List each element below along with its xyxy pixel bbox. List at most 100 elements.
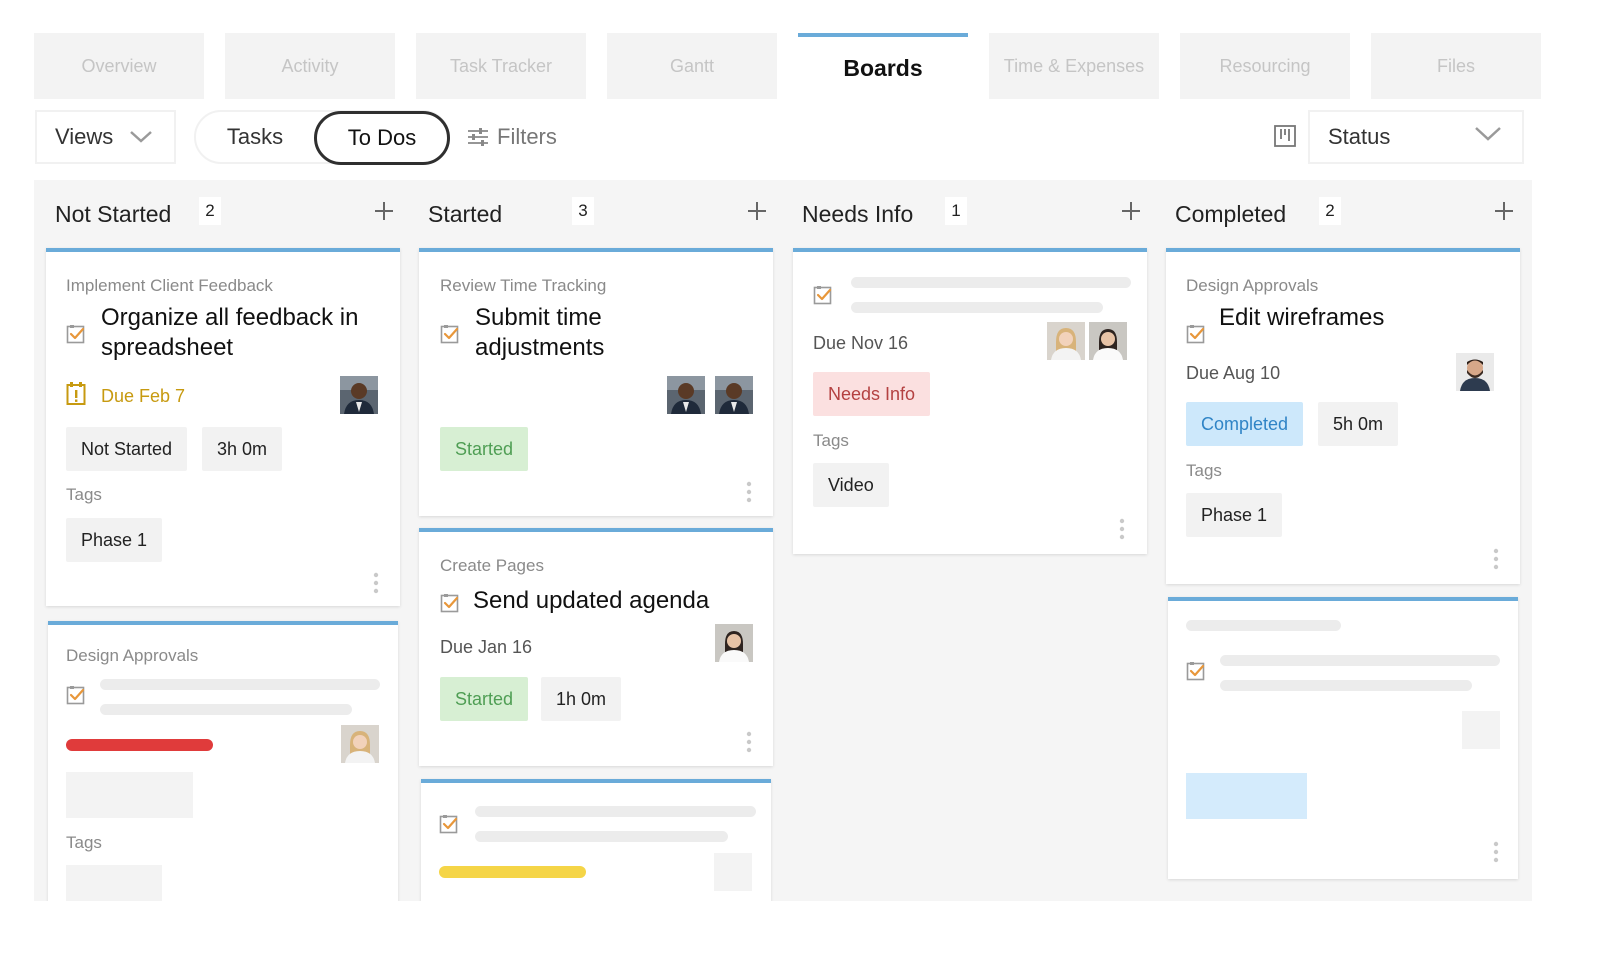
card-project: Create Pages xyxy=(440,556,544,575)
avatar-placeholder xyxy=(714,853,752,891)
title-placeholder xyxy=(475,806,756,817)
kebab-menu-icon[interactable] xyxy=(1119,518,1125,540)
card-project: Implement Client Feedback xyxy=(66,276,273,295)
title-placeholder xyxy=(100,704,352,715)
todo-check-icon[interactable] xyxy=(439,814,459,834)
time-chip: 5h 0m xyxy=(1318,402,1399,446)
todo-check-icon[interactable] xyxy=(440,593,460,613)
plus-icon[interactable] xyxy=(1121,201,1141,221)
column-count: 3 xyxy=(572,197,594,225)
avatar xyxy=(1089,322,1127,360)
todo-card-edit-wireframes[interactable]: Design Approvals Edit wireframes Due Aug… xyxy=(1166,248,1520,584)
chevron-down-icon xyxy=(1475,127,1501,141)
tab-bar: Overview Activity Task Tracker Gantt Boa… xyxy=(34,33,1566,99)
todo-check-icon[interactable] xyxy=(66,324,86,344)
card-title: Send updated agenda xyxy=(473,587,710,614)
todo-card-design-approvals-loading[interactable]: Design Approvals Tags xyxy=(48,621,398,901)
tag-placeholder xyxy=(66,865,162,901)
plus-icon[interactable] xyxy=(747,201,767,221)
views-dropdown[interactable]: Views xyxy=(35,110,176,164)
due-soon-bar xyxy=(439,866,586,878)
card-title-line1: Submit time xyxy=(475,304,602,331)
card-project: Design Approvals xyxy=(1186,276,1319,295)
warning-calendar-icon xyxy=(66,382,86,405)
tag-chip[interactable]: Phase 1 xyxy=(66,518,163,562)
tab-resourcing[interactable]: Resourcing xyxy=(1180,33,1350,99)
status-chip: Not Started xyxy=(66,427,188,471)
avatar xyxy=(340,376,378,414)
filters-button[interactable]: Filters xyxy=(467,118,557,156)
kebab-menu-icon[interactable] xyxy=(373,572,379,594)
tab-gantt[interactable]: Gantt xyxy=(607,33,777,99)
time-chip: 3h 0m xyxy=(202,427,283,471)
todo-check-icon[interactable] xyxy=(440,324,460,344)
kebab-menu-icon[interactable] xyxy=(746,481,752,503)
plus-icon[interactable] xyxy=(1494,201,1514,221)
column-count: 2 xyxy=(199,197,221,225)
todo-card-needs-info[interactable]: Due Nov 16 Needs Info Tags Video xyxy=(793,248,1147,554)
kebab-menu-icon[interactable] xyxy=(1493,841,1499,863)
status-chip-placeholder xyxy=(1186,773,1307,819)
tab-files[interactable]: Files xyxy=(1371,33,1541,99)
column-header-completed: Completed 2 xyxy=(1166,180,1520,250)
title-placeholder xyxy=(851,277,1131,288)
title-placeholder xyxy=(100,679,380,690)
tab-overview[interactable]: Overview xyxy=(34,33,204,99)
views-label: Views xyxy=(55,124,114,149)
todo-check-icon[interactable] xyxy=(813,285,833,305)
card-due-date: Due Jan 16 xyxy=(440,637,533,657)
todo-check-icon[interactable] xyxy=(66,685,86,705)
avatar xyxy=(715,624,753,662)
avatar xyxy=(667,376,705,414)
time-chip: 1h 0m xyxy=(541,677,622,721)
kanban-board: Not Started 2 Started 3 Needs Info 1 Com… xyxy=(34,180,1532,901)
status-dropdown[interactable]: Status xyxy=(1308,110,1524,164)
todo-card-completed-loading[interactable] xyxy=(1168,597,1518,879)
toggle-todos[interactable]: To Dos xyxy=(314,111,450,165)
todo-card-organize-feedback[interactable]: Implement Client Feedback Organize all f… xyxy=(46,248,400,606)
tags-label: Tags xyxy=(66,833,102,852)
card-title-line1: Organize all feedback in xyxy=(101,304,359,331)
column-header-started: Started 3 xyxy=(419,180,773,250)
title-placeholder xyxy=(475,831,728,842)
column-header-needs-info: Needs Info 1 xyxy=(793,180,1147,250)
card-due-date: Due Nov 16 xyxy=(813,333,909,353)
status-chip: Started xyxy=(440,427,529,471)
card-project: Design Approvals xyxy=(66,646,199,665)
status-label: Status xyxy=(1328,124,1391,149)
tab-task-tracker[interactable]: Task Tracker xyxy=(416,33,586,99)
subtitle-placeholder xyxy=(1186,620,1341,631)
kebab-menu-icon[interactable] xyxy=(746,731,752,753)
card-title-line2: adjustments xyxy=(475,334,605,361)
tags-label: Tags xyxy=(813,431,849,450)
avatar xyxy=(341,725,379,763)
todo-card-loading[interactable] xyxy=(421,779,771,901)
chip-placeholder xyxy=(66,772,193,818)
status-chip: Started xyxy=(440,677,529,721)
todo-check-icon[interactable] xyxy=(1186,324,1206,344)
column-title: Completed xyxy=(1175,201,1287,227)
todo-card-send-agenda[interactable]: Create Pages Send updated agenda Due Jan… xyxy=(419,528,773,766)
status-chip: Needs Info xyxy=(813,372,931,416)
plus-icon[interactable] xyxy=(374,201,394,221)
todo-card-submit-time[interactable]: Review Time Tracking Submit time adjustm… xyxy=(419,248,773,516)
tab-activity[interactable]: Activity xyxy=(225,33,395,99)
toggle-tasks[interactable]: Tasks xyxy=(196,112,314,162)
tab-time-expenses[interactable]: Time & Expenses xyxy=(989,33,1159,99)
filter-sliders-icon xyxy=(468,128,488,146)
tab-boards[interactable]: Boards xyxy=(798,33,968,99)
avatar xyxy=(1047,322,1085,360)
todo-check-icon[interactable] xyxy=(1186,661,1206,681)
kebab-menu-icon[interactable] xyxy=(1493,548,1499,570)
title-placeholder xyxy=(851,302,1103,313)
status-chip: Completed xyxy=(1186,402,1304,446)
chevron-down-icon xyxy=(130,131,153,143)
tag-chip[interactable]: Phase 1 xyxy=(1186,493,1283,537)
tag-chip[interactable]: Video xyxy=(813,463,889,507)
card-title: Edit wireframes xyxy=(1219,304,1385,331)
board-layout-icon[interactable] xyxy=(1274,125,1296,147)
tags-label: Tags xyxy=(66,485,102,504)
column-title: Needs Info xyxy=(802,201,914,227)
title-placeholder xyxy=(1220,680,1472,691)
card-due-date: Due Aug 10 xyxy=(1186,363,1281,383)
